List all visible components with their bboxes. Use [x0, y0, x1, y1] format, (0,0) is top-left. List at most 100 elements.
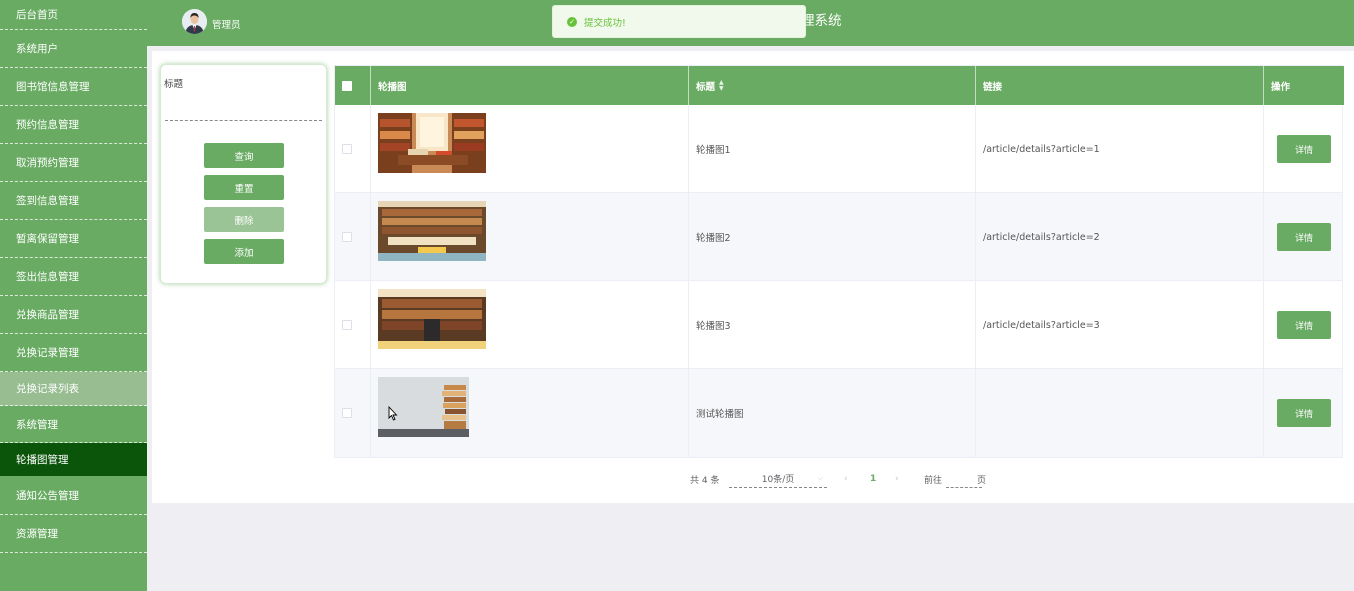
toast-message: 提交成功! [584, 17, 626, 29]
detail-button[interactable]: 详情 [1277, 135, 1331, 163]
detail-button[interactable]: 详情 [1277, 311, 1331, 339]
sidebar-item-label: 签出信息管理 [16, 271, 79, 283]
page-size-select[interactable]: 10条/页 ⌵ [729, 470, 827, 488]
row-checkbox[interactable] [342, 144, 352, 154]
row-select-cell [335, 281, 371, 369]
title-cell: 测试轮播图 [689, 369, 976, 457]
link-cell: /article/details?article=3 [976, 281, 1264, 369]
sidebar-item-checkin[interactable]: 签到信息管理 [0, 182, 147, 220]
chevron-down-icon: ⌵ [817, 474, 823, 482]
carousel-table: 轮播图 标题 ▲ ▼ 链接 操作 轮播图1 /article/details?a… [334, 65, 1344, 458]
title-cell: 轮播图2 [689, 193, 976, 281]
search-label: 标题 [164, 79, 184, 90]
sidebar-item-system-users[interactable]: 系统用户 [0, 30, 147, 68]
sidebar-item-temp-leave[interactable]: 暂离保留管理 [0, 220, 147, 258]
column-label: 标题 [696, 81, 716, 93]
title-cell: 轮播图1 [689, 105, 976, 193]
sidebar-item-label: 签到信息管理 [16, 195, 79, 207]
column-header-image: 轮播图 [371, 66, 689, 105]
column-header-title[interactable]: 标题 ▲ ▼ [689, 66, 976, 105]
sidebar-item-exchange-records-list[interactable]: 兑换记录列表 [0, 372, 147, 406]
table-row: 轮播图2 /article/details?article=2 详情 [335, 193, 1342, 281]
row-checkbox[interactable] [342, 320, 352, 330]
sidebar-item-label: 轮播图管理 [16, 454, 69, 466]
image-cell [371, 193, 689, 281]
sidebar-item-home[interactable]: 后台首页 [0, 0, 147, 30]
library-reading-room-image [378, 113, 486, 173]
select-all-cell [335, 66, 371, 105]
user-avatar-icon [182, 9, 207, 34]
table-row: 轮播图1 /article/details?article=1 详情 [335, 105, 1342, 193]
search-panel: 标题 查询 重置 删除 添加 [160, 64, 327, 284]
title-cell: 轮播图3 [689, 281, 976, 369]
add-button[interactable]: 添加 [204, 239, 284, 264]
image-cell [371, 105, 689, 193]
column-header-link: 链接 [976, 66, 1264, 105]
sidebar-item-system-management[interactable]: 系统管理 [0, 406, 147, 443]
table-row: 测试轮播图 详情 [335, 369, 1342, 457]
sidebar-item-checkout[interactable]: 签出信息管理 [0, 258, 147, 296]
column-label: 链接 [983, 81, 1003, 93]
link-cell: /article/details?article=2 [976, 193, 1264, 281]
sidebar-item-library-info[interactable]: 图书馆信息管理 [0, 68, 147, 106]
carousel-thumbnail [378, 201, 486, 261]
table-row: 轮播图3 /article/details?article=3 详情 [335, 281, 1342, 369]
column-header-action: 操作 [1264, 66, 1344, 105]
detail-button[interactable]: 详情 [1277, 399, 1331, 427]
reset-button[interactable]: 重置 [204, 175, 284, 200]
user-name[interactable]: 管理员 [212, 17, 241, 31]
column-label: 轮播图 [378, 81, 407, 93]
detail-button[interactable]: 详情 [1277, 223, 1331, 251]
sidebar-item-announcements[interactable]: 通知公告管理 [0, 476, 147, 515]
row-select-cell [335, 105, 371, 193]
row-checkbox[interactable] [342, 232, 352, 242]
sidebar-item-label: 资源管理 [16, 528, 58, 540]
avatar[interactable] [182, 9, 207, 34]
sidebar-item-label: 系统管理 [16, 418, 58, 431]
check-circle-icon: ✓ [567, 16, 577, 27]
action-cell: 详情 [1264, 369, 1342, 457]
delete-button[interactable]: 删除 [204, 207, 284, 232]
image-cell [371, 281, 689, 369]
sidebar-item-label: 兑换商品管理 [16, 309, 79, 321]
column-label: 操作 [1271, 81, 1291, 93]
mouse-cursor-icon [388, 406, 398, 421]
sidebar-item-label: 通知公告管理 [16, 489, 79, 502]
sidebar-item-label: 暂离保留管理 [16, 233, 79, 245]
library-shelves-image [378, 201, 486, 261]
sidebar-item-exchange-records[interactable]: 兑换记录管理 [0, 334, 147, 372]
sort-caret-icon[interactable]: ▲ ▼ [719, 79, 724, 92]
sidebar-item-cancel-reservations[interactable]: 取消预约管理 [0, 144, 147, 182]
action-cell: 详情 [1264, 105, 1342, 193]
goto-prefix: 前往 [924, 475, 943, 486]
goto-suffix: 页 [977, 475, 987, 486]
link-cell [976, 369, 1264, 457]
sidebar-item-reservations[interactable]: 预约信息管理 [0, 106, 147, 144]
carousel-thumbnail [378, 289, 486, 349]
prev-page-icon[interactable]: ‹ [844, 470, 848, 488]
pagination-total: 共 4 条 [690, 475, 720, 486]
current-page[interactable]: 1 [870, 470, 876, 488]
success-toast: ✓ 提交成功! [552, 5, 806, 38]
sidebar-item-label: 取消预约管理 [16, 157, 79, 169]
action-cell: 详情 [1264, 193, 1342, 281]
sidebar-item-exchange-goods[interactable]: 兑换商品管理 [0, 296, 147, 334]
sidebar-item-label: 兑换记录管理 [16, 347, 79, 359]
sidebar-item-label: 兑换记录列表 [16, 383, 79, 395]
select-all-checkbox[interactable] [342, 80, 352, 91]
sidebar-item-label: 系统用户 [16, 43, 58, 55]
page-size-value: 10条/页 [761, 475, 795, 485]
title-search-input[interactable] [165, 91, 322, 121]
sidebar-item-label: 后台首页 [16, 9, 58, 21]
page-title: 理系统 [801, 13, 842, 29]
sidebar-item-label: 预约信息管理 [16, 119, 79, 131]
library-hall-image [378, 289, 486, 349]
sidebar-item-carousel-management[interactable]: 轮播图管理 [0, 443, 147, 476]
query-button[interactable]: 查询 [204, 143, 284, 168]
sidebar: 后台首页 系统用户 图书馆信息管理 预约信息管理 取消预约管理 签到信息管理 暂… [0, 0, 147, 591]
sidebar-item-label: 图书馆信息管理 [16, 81, 90, 93]
next-page-icon[interactable]: › [895, 470, 899, 488]
table-header: 轮播图 标题 ▲ ▼ 链接 操作 [335, 66, 1344, 105]
row-checkbox[interactable] [342, 408, 352, 418]
sidebar-item-resources[interactable]: 资源管理 [0, 515, 147, 553]
